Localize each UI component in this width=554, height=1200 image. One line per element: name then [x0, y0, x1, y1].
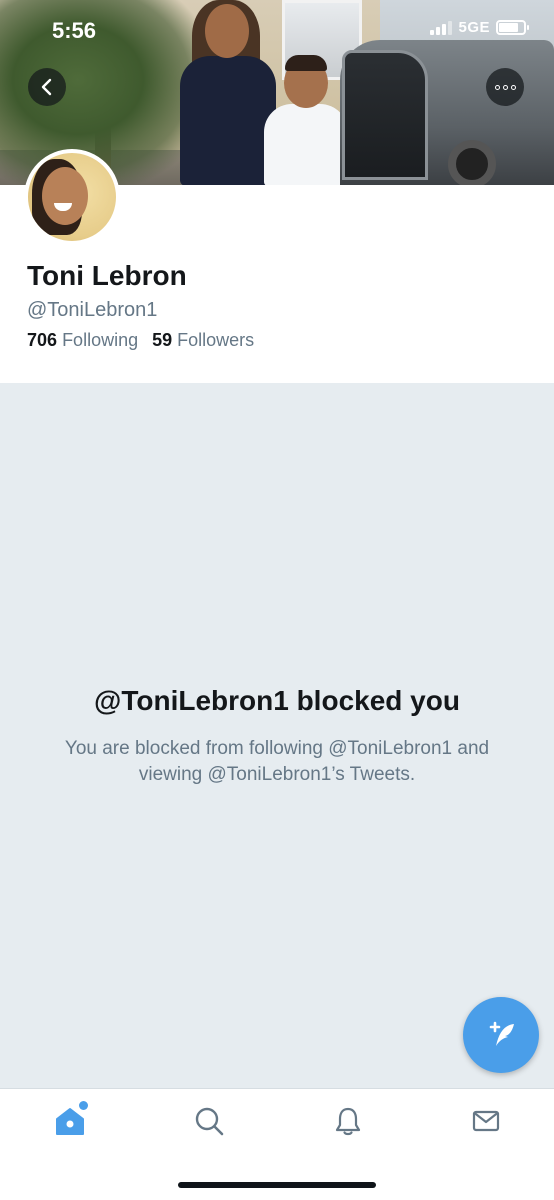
back-button[interactable]: [28, 68, 66, 106]
banner-person-body: [180, 56, 276, 185]
cellular-signal-icon: [430, 20, 453, 35]
banner-child-body: [264, 104, 348, 185]
blocked-description: You are blocked from following @ToniLebr…: [64, 738, 490, 785]
profile-stats: 706 Following 59 Followers: [27, 330, 254, 351]
network-type: 5GE: [458, 19, 490, 36]
battery-icon: [496, 20, 529, 35]
compose-tweet-button[interactable]: [463, 997, 539, 1073]
search-icon: [195, 1107, 224, 1136]
tab-search[interactable]: [189, 1101, 229, 1141]
profile-name: Toni Lebron: [27, 260, 187, 291]
home-indicator[interactable]: [178, 1182, 376, 1188]
status-time: 5:56: [52, 18, 97, 43]
tab-home[interactable]: [50, 1101, 90, 1141]
new-tweets-dot: [79, 1101, 88, 1110]
compose-feather-icon: [489, 1021, 514, 1046]
more-icon: [494, 84, 516, 90]
blocked-panel: @ToniLebron1 blocked you You are blocked…: [0, 383, 554, 1088]
profile-handle: @ToniLebron1: [27, 299, 158, 321]
tab-messages[interactable]: [466, 1101, 506, 1141]
blocked-title: @ToniLebron1 blocked you: [94, 685, 460, 716]
chevron-left-icon: [41, 78, 52, 96]
banner-person-head: [205, 4, 249, 58]
mail-icon: [472, 1110, 500, 1132]
status-indicators: 5GE: [430, 19, 529, 36]
more-options-button[interactable]: [486, 68, 524, 106]
bell-icon: [335, 1107, 361, 1136]
following-label: Following: [62, 330, 139, 350]
followers-link[interactable]: 59 Followers: [152, 330, 254, 350]
banner-child-hair: [285, 55, 327, 71]
banner-car-wheel: [448, 140, 496, 185]
following-count: 706: [27, 330, 58, 350]
followers-label: Followers: [177, 330, 255, 350]
banner-car-door: [342, 50, 428, 180]
following-link[interactable]: 706 Following: [27, 330, 138, 350]
avatar[interactable]: [24, 149, 120, 245]
followers-count: 59: [152, 330, 173, 350]
avatar-face: [42, 167, 88, 225]
tab-notifications[interactable]: [328, 1101, 368, 1141]
